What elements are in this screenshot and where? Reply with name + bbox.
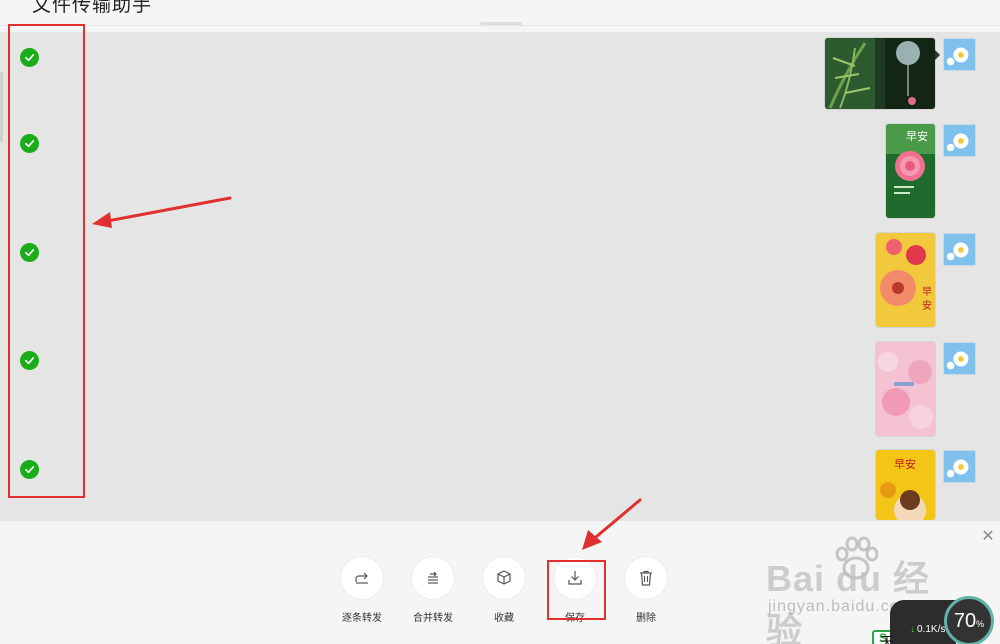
save-label: 保存 [565,613,585,624]
merge-forward-label: 合并转发 [413,613,453,624]
avatar[interactable] [943,233,976,266]
gerbera-card-image: 早 安 [876,233,935,327]
cube-icon [497,570,511,585]
daisy-avatar-image [944,451,975,482]
forward-each-label: 逐条转发 [342,613,382,624]
memory-usage-percent: 70 [953,609,977,632]
image-message[interactable] [876,342,935,436]
sunflower-card-image: 早安 [876,450,935,520]
save-button[interactable]: 保存 [540,557,610,624]
download-icon [568,571,582,585]
svg-text:早: 早 [922,286,932,298]
forward-each-button[interactable]: 逐条转发 [327,557,397,624]
daisy-avatar-image [944,39,975,70]
delete-label: 删除 [636,613,656,624]
check-icon [24,54,35,62]
message-select-checkbox[interactable] [20,460,39,479]
trash-icon [640,570,652,586]
check-icon [24,357,35,365]
network-speed-readout: ↓ 0.1K/s [910,624,945,635]
check-icon [24,140,35,148]
image-message[interactable]: 早 安 [876,233,935,327]
save-circle[interactable] [554,557,596,599]
forward-each-circle[interactable] [341,557,383,599]
image-message[interactable] [825,38,935,109]
cherry-blossom-card-image [876,342,935,436]
percent-sign: % [976,618,985,629]
bubble-tail [935,50,940,60]
delete-button[interactable]: 删除 [611,557,681,624]
merge-forward-circle[interactable] [412,557,454,599]
carnation-card-image: 早安 [886,124,935,218]
title-divider [480,22,522,25]
taskbar-partial-text: 天 [880,634,894,644]
window-title: 文件传输助手 [32,0,153,16]
avatar[interactable] [943,124,976,157]
avatar[interactable] [943,342,976,375]
daisy-avatar-image [944,125,975,156]
network-speed-widget[interactable]: ↓ 0.1K/s 70% [890,596,1000,644]
delete-circle[interactable] [625,557,667,599]
forward-icon [355,572,368,584]
multi-select-action-bar: ✕ 逐条转发 合并转发 收藏 保存 删除 [0,520,1000,644]
network-speed-unit: K/s [930,624,946,635]
bamboo-photo-image [825,38,935,109]
check-icon [24,249,35,257]
favorite-circle[interactable] [483,557,525,599]
chat-area[interactable]: 早安 早 安 早安 [0,32,1000,520]
merge-forward-button[interactable]: 合并转发 [398,557,468,624]
avatar[interactable] [943,450,976,483]
message-select-checkbox[interactable] [20,134,39,153]
message-select-checkbox[interactable] [20,351,39,370]
daisy-avatar-image [944,343,975,374]
image-message[interactable]: 早安 [886,124,935,218]
svg-text:早安: 早安 [906,129,928,143]
title-bar: 文件传输助手 [0,0,1000,26]
image-message[interactable]: 早安 [876,450,935,520]
favorite-label: 收藏 [494,613,514,624]
download-arrow-icon: ↓ [910,624,915,635]
avatar[interactable] [943,38,976,71]
svg-text:安: 安 [922,299,932,312]
scrollbar[interactable] [0,72,3,142]
merge-forward-icon [428,571,438,584]
check-icon [24,466,35,474]
message-select-checkbox[interactable] [20,48,39,67]
memory-usage-gauge[interactable]: 70% [944,596,994,644]
close-icon[interactable]: ✕ [980,529,996,545]
daisy-avatar-image [944,234,975,265]
favorite-button[interactable]: 收藏 [469,557,539,624]
message-select-checkbox[interactable] [20,243,39,262]
network-speed-value: 0.1 [917,624,931,635]
svg-text:早安: 早安 [894,457,916,471]
